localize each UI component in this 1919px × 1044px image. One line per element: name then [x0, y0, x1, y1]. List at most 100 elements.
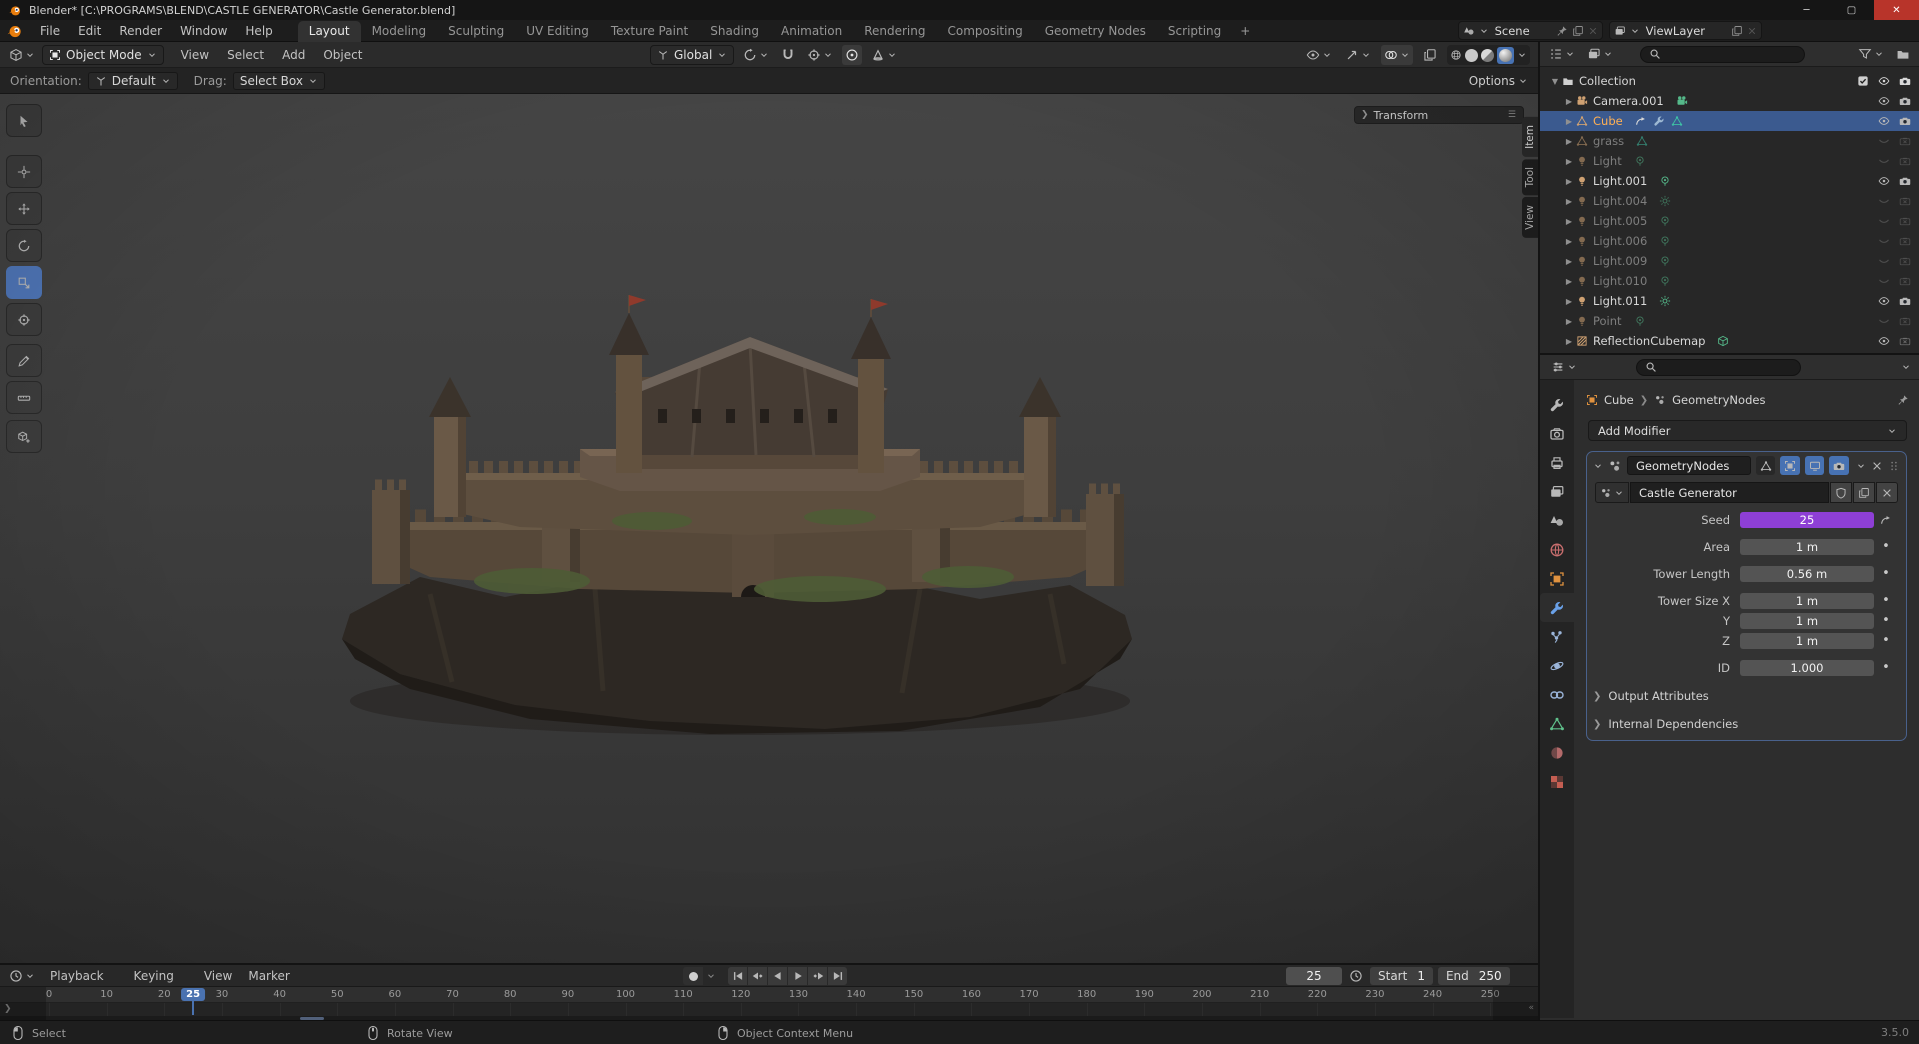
- object-name[interactable]: Light.011: [1593, 294, 1647, 308]
- animate-dot[interactable]: •: [1882, 634, 1890, 647]
- object-name[interactable]: Light: [1593, 154, 1622, 168]
- next-keyframe-button[interactable]: [808, 967, 827, 985]
- animate-dot[interactable]: •: [1882, 594, 1890, 607]
- display-mode-dropdown[interactable]: [1584, 44, 1616, 64]
- timeline-menu-keying[interactable]: Keying: [126, 969, 196, 983]
- minimize-button[interactable]: ─: [1784, 0, 1829, 20]
- prev-keyframe-button[interactable]: [748, 967, 767, 985]
- timeline-menu-marker[interactable]: Marker: [240, 969, 297, 983]
- collection-row[interactable]: ▼ Collection: [1540, 71, 1919, 91]
- close-button[interactable]: ✕: [1874, 0, 1919, 20]
- animate-dot[interactable]: •: [1882, 614, 1890, 627]
- node-group-name-field[interactable]: Castle Generator: [1630, 482, 1829, 503]
- tool-annotate[interactable]: [6, 344, 42, 377]
- xray-toggle[interactable]: [1420, 45, 1440, 65]
- properties-tab-data[interactable]: [1540, 709, 1574, 738]
- drag-dropdown[interactable]: Select Box: [232, 71, 325, 90]
- view-layer-selector[interactable]: ViewLayer: [1608, 21, 1762, 40]
- properties-tab-output[interactable]: [1540, 448, 1574, 477]
- scene-selector[interactable]: Scene: [1457, 21, 1603, 40]
- animate-dot[interactable]: •: [1882, 540, 1890, 553]
- tool-measure[interactable]: [6, 381, 42, 414]
- object-name[interactable]: Light.001: [1593, 174, 1647, 188]
- workspace-tab-texture-paint[interactable]: Texture Paint: [600, 21, 699, 42]
- outliner-row[interactable]: ▶ Light.001: [1540, 171, 1919, 191]
- sidebar-tab-item[interactable]: Item: [1522, 117, 1538, 157]
- editor-type-button[interactable]: [1546, 44, 1578, 64]
- outliner-row[interactable]: ▶ Light.011: [1540, 291, 1919, 311]
- chevron-down-icon[interactable]: [1901, 362, 1911, 372]
- delete-view-layer-icon[interactable]: [1747, 26, 1757, 36]
- properties-tab-scene[interactable]: [1540, 506, 1574, 535]
- browse-node-group-button[interactable]: [1595, 482, 1629, 503]
- menu-help[interactable]: Help: [236, 24, 281, 38]
- properties-tab-texture[interactable]: [1540, 767, 1574, 796]
- expand-arrow-icon[interactable]: ▶: [1562, 257, 1576, 266]
- field-value-tower-size-x[interactable]: 1 m: [1740, 592, 1874, 609]
- editor-type-button[interactable]: [1548, 357, 1580, 377]
- object-name[interactable]: Cube: [1593, 114, 1623, 128]
- tool-cursor[interactable]: [6, 155, 42, 188]
- properties-tab-tool[interactable]: [1540, 390, 1574, 419]
- properties-tab-modifiers[interactable]: [1540, 593, 1574, 622]
- menu-render[interactable]: Render: [110, 24, 171, 38]
- new-view-layer-icon[interactable]: [1731, 25, 1743, 37]
- extras-chevron-icon[interactable]: [1856, 461, 1866, 471]
- field-value-area[interactable]: 1 m: [1740, 538, 1874, 555]
- properties-tab-material[interactable]: [1540, 738, 1574, 767]
- maximize-button[interactable]: ▢: [1829, 0, 1874, 20]
- render-toggle[interactable]: [1829, 456, 1849, 475]
- properties-tab-world[interactable]: [1540, 535, 1574, 564]
- viewport-menu-object[interactable]: Object: [314, 48, 371, 62]
- object-name[interactable]: grass: [1593, 134, 1624, 148]
- menu-file[interactable]: File: [31, 24, 69, 38]
- editor-type-button[interactable]: [6, 45, 38, 65]
- blender-menu-icon[interactable]: [6, 22, 23, 39]
- stopwatch-icon[interactable]: [1349, 969, 1363, 983]
- outliner-row[interactable]: ▶ Light.004: [1540, 191, 1919, 211]
- orientation-dropdown[interactable]: Default: [87, 71, 178, 90]
- tool-move[interactable]: [6, 192, 42, 225]
- tool-transform[interactable]: [6, 303, 42, 336]
- expand-arrow-icon[interactable]: ▶: [1562, 297, 1576, 306]
- properties-tab-particles[interactable]: [1540, 622, 1574, 651]
- outliner-row[interactable]: ▶ grass: [1540, 131, 1919, 151]
- object-visibility-dropdown[interactable]: [1303, 45, 1335, 65]
- workspace-tab-geometry-nodes[interactable]: Geometry Nodes: [1034, 21, 1157, 42]
- expand-arrow-icon[interactable]: ▶: [1562, 317, 1576, 326]
- workspace-tab-rendering[interactable]: Rendering: [853, 21, 936, 42]
- pin-icon[interactable]: [1897, 394, 1909, 406]
- viewport-menu-view[interactable]: View: [172, 48, 218, 62]
- mode-dropdown[interactable]: Object Mode: [42, 44, 164, 65]
- outliner-row[interactable]: ▶ Camera.001: [1540, 91, 1919, 111]
- outliner-row[interactable]: ▶ Light.005: [1540, 211, 1919, 231]
- expand-arrow-icon[interactable]: ▶: [1562, 177, 1576, 186]
- drag-dots-icon[interactable]: [1888, 460, 1900, 472]
- tool-scale[interactable]: [6, 266, 42, 299]
- workspace-tab-modeling[interactable]: Modeling: [361, 21, 438, 42]
- snap-toggle[interactable]: [778, 45, 798, 65]
- timeline-menu-playback[interactable]: Playback: [42, 969, 126, 983]
- edit-mode-toggle[interactable]: [1780, 456, 1800, 475]
- expand-arrow-icon[interactable]: ▶: [1562, 157, 1576, 166]
- animate-dot[interactable]: •: [1882, 567, 1890, 580]
- field-value-seed[interactable]: 25: [1740, 511, 1874, 528]
- gizmos-dropdown[interactable]: [1342, 45, 1374, 65]
- expand-arrow-icon[interactable]: ▶: [1562, 197, 1576, 206]
- play-button[interactable]: [788, 967, 807, 985]
- object-name[interactable]: Light.005: [1593, 214, 1647, 228]
- properties-tab-physics[interactable]: [1540, 651, 1574, 680]
- timeline-channel[interactable]: ❯ «: [0, 1003, 1538, 1016]
- workspace-tab-shading[interactable]: Shading: [699, 21, 770, 42]
- snap-target-dropdown[interactable]: [804, 45, 836, 65]
- collapse-chevron-icon[interactable]: [1593, 461, 1603, 471]
- workspace-tab-layout[interactable]: Layout: [297, 20, 361, 42]
- object-name[interactable]: Point: [1593, 314, 1622, 328]
- collection-name[interactable]: Collection: [1579, 74, 1636, 88]
- sidebar-tab-tool[interactable]: Tool: [1522, 158, 1538, 196]
- eye-open-icon[interactable]: [1878, 75, 1890, 87]
- shading-wireframe-button[interactable]: [1450, 49, 1462, 61]
- menu-window[interactable]: Window: [171, 24, 236, 38]
- tool-rotate[interactable]: [6, 229, 42, 262]
- frame-end-field[interactable]: End 250: [1437, 967, 1510, 985]
